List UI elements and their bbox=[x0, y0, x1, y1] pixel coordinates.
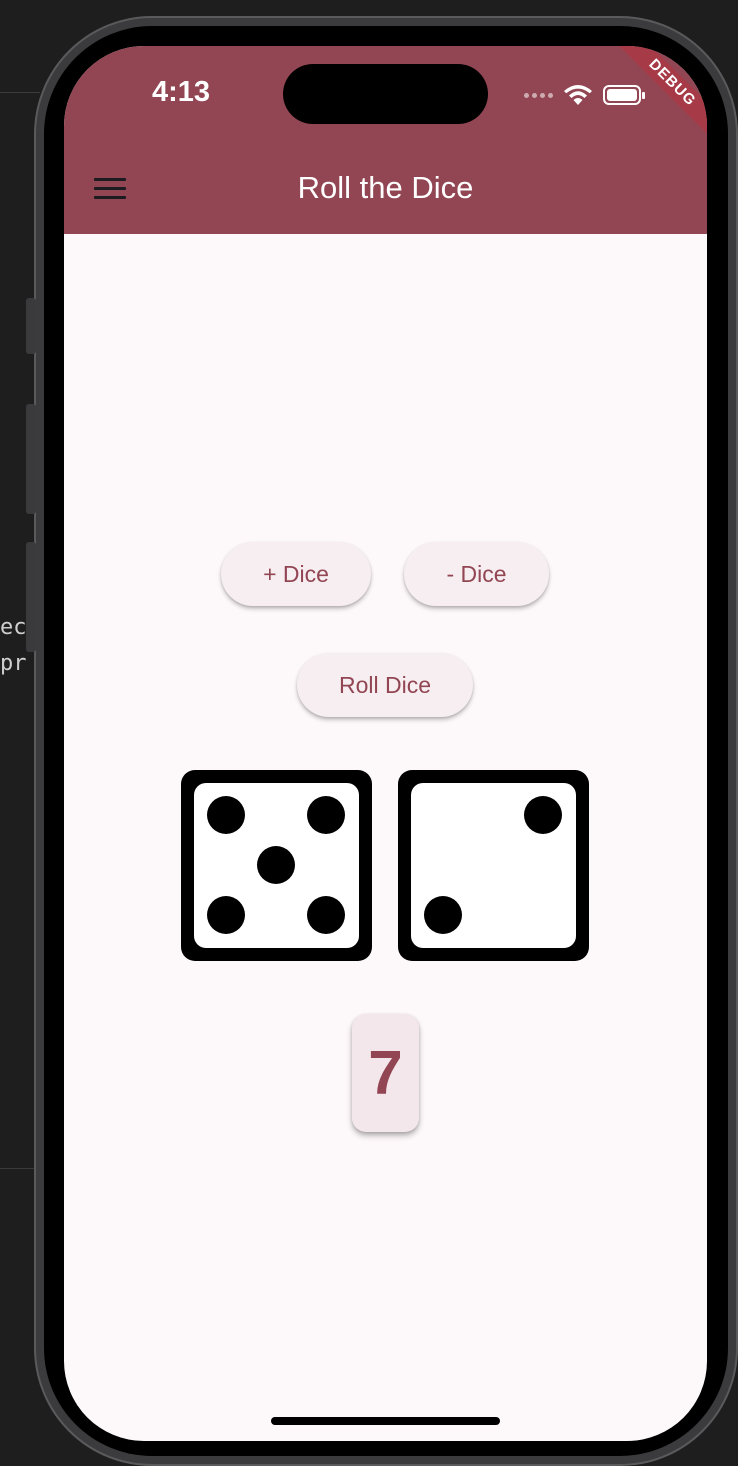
editor-divider-top bbox=[0, 92, 40, 93]
cellular-signal-icon bbox=[524, 92, 553, 98]
app-bar: 4:13 DEBUG Roll the Dice bbox=[64, 46, 707, 234]
die-face bbox=[411, 783, 576, 948]
dice-total-card: 7 bbox=[352, 1014, 419, 1132]
die-pip bbox=[307, 796, 345, 834]
status-time: 4:13 bbox=[152, 76, 211, 108]
app-screen: 4:13 DEBUG Roll the Dice + Dice - Dice R… bbox=[64, 46, 707, 1441]
home-indicator[interactable] bbox=[271, 1417, 500, 1425]
die-pip bbox=[257, 846, 295, 884]
die-face bbox=[194, 783, 359, 948]
phone-action-button bbox=[26, 298, 36, 354]
die-five bbox=[181, 770, 372, 961]
die-pip bbox=[207, 796, 245, 834]
dynamic-island bbox=[283, 64, 488, 124]
page-title: Roll the Dice bbox=[297, 170, 474, 205]
die-pip bbox=[524, 796, 562, 834]
roll-dice-button[interactable]: Roll Dice bbox=[297, 653, 473, 717]
die-pip bbox=[307, 896, 345, 934]
background-code-line-2: pr bbox=[0, 651, 27, 676]
battery-icon bbox=[603, 85, 645, 105]
wifi-icon bbox=[564, 85, 592, 105]
status-icons bbox=[524, 80, 645, 110]
die-two bbox=[398, 770, 589, 961]
remove-dice-button[interactable]: - Dice bbox=[404, 542, 549, 606]
background-code-line-1: ec bbox=[0, 615, 27, 640]
die-pip bbox=[207, 896, 245, 934]
phone-volume-down-button bbox=[26, 542, 36, 652]
die-pip bbox=[424, 896, 462, 934]
add-dice-button[interactable]: + Dice bbox=[221, 542, 371, 606]
phone-volume-up-button bbox=[26, 404, 36, 514]
dice-total-value: 7 bbox=[368, 1038, 403, 1108]
